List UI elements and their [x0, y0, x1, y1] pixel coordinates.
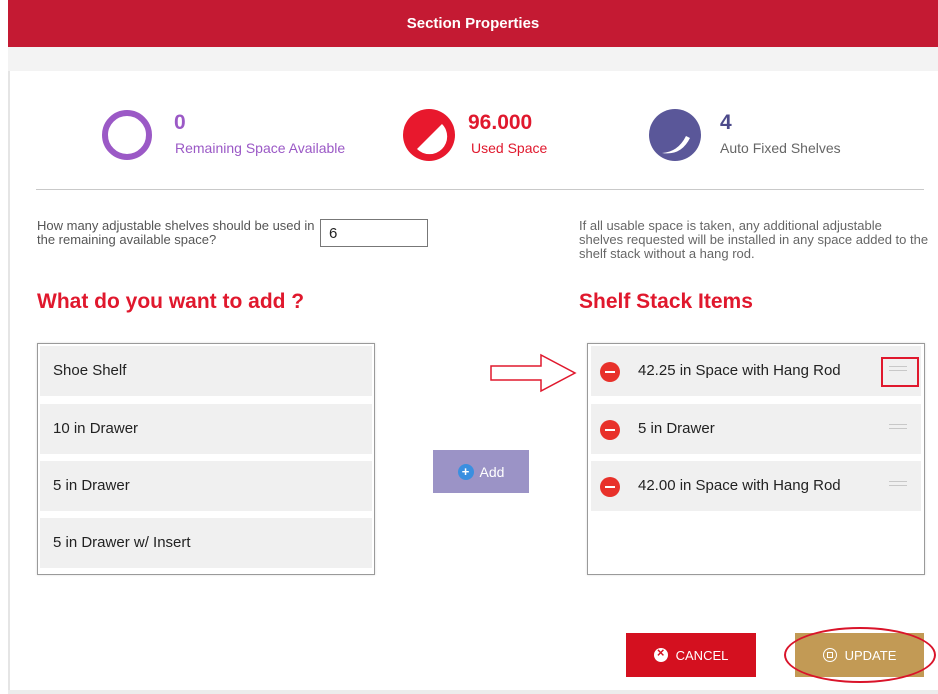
stack-item-label: 42.00 in Space with Hang Rod — [638, 477, 841, 494]
page-title: Section Properties — [406, 15, 540, 32]
shelf-stack-list: 42.25 in Space with Hang Rod 5 in Drawer… — [587, 343, 925, 575]
frame-border — [8, 690, 938, 694]
remaining-space-stat: 0 Remaining Space Available — [100, 108, 370, 163]
adjustable-shelves-question: How many adjustable shelves should be us… — [37, 218, 315, 247]
stack-item: 5 in Drawer — [591, 404, 921, 454]
ring-icon — [102, 110, 152, 160]
list-item-5in-drawer[interactable]: 5 in Drawer — [40, 461, 372, 511]
stack-item-label: 5 in Drawer — [638, 420, 715, 437]
remaining-space-label: Remaining Space Available — [175, 140, 346, 156]
drag-handle-icon[interactable] — [889, 481, 907, 489]
remove-icon[interactable] — [600, 362, 620, 382]
used-space-stat: 96.000 Used Space — [402, 108, 572, 163]
list-item-10in-drawer[interactable]: 10 in Drawer — [40, 404, 372, 454]
drag-handle-icon[interactable] — [889, 424, 907, 432]
stack-item: 42.00 in Space with Hang Rod — [591, 461, 921, 511]
used-space-label: Used Space — [471, 140, 548, 156]
pie-gauge-icon — [403, 109, 455, 161]
stack-heading: Shelf Stack Items — [579, 290, 753, 313]
auto-fixed-shelves-label: Auto Fixed Shelves — [720, 140, 841, 156]
stack-item-label: 42.25 in Space with Hang Rod — [638, 362, 841, 379]
update-highlight-ring — [784, 627, 936, 683]
adjustable-shelves-input[interactable] — [320, 219, 428, 247]
auto-fixed-shelves-value: 4 — [720, 111, 732, 134]
auto-fixed-shelves-stat: 4 Auto Fixed Shelves — [648, 108, 858, 163]
title-bar: Section Properties — [8, 0, 938, 47]
remove-icon[interactable] — [600, 477, 620, 497]
stack-item: 42.25 in Space with Hang Rod — [591, 346, 921, 396]
close-circle-icon — [653, 645, 668, 662]
drag-handle-highlight — [881, 357, 919, 387]
remaining-space-value: 0 — [174, 111, 186, 134]
info-note: If all usable space is taken, any additi… — [579, 218, 929, 261]
list-item-5in-drawer-insert[interactable]: 5 in Drawer w/ Insert — [40, 518, 372, 568]
add-options-list: Shoe Shelf 10 in Drawer 5 in Drawer 5 in… — [37, 343, 375, 575]
cancel-button[interactable]: CANCEL — [626, 633, 756, 677]
remove-icon[interactable] — [600, 420, 620, 440]
plus-circle-icon: + — [457, 463, 474, 480]
cancel-button-label: CANCEL — [675, 647, 729, 663]
divider — [36, 189, 924, 190]
sub-bar — [8, 47, 938, 71]
list-item-shoe-shelf[interactable]: Shoe Shelf — [40, 346, 372, 396]
pie-gauge-icon — [649, 109, 701, 161]
frame-border — [8, 71, 10, 694]
used-space-value: 96.000 — [468, 111, 533, 134]
arrow-annotation — [490, 353, 577, 393]
add-button-label: Add — [479, 463, 505, 480]
add-heading: What do you want to add ? — [37, 290, 305, 313]
add-button[interactable]: + Add — [433, 450, 529, 493]
